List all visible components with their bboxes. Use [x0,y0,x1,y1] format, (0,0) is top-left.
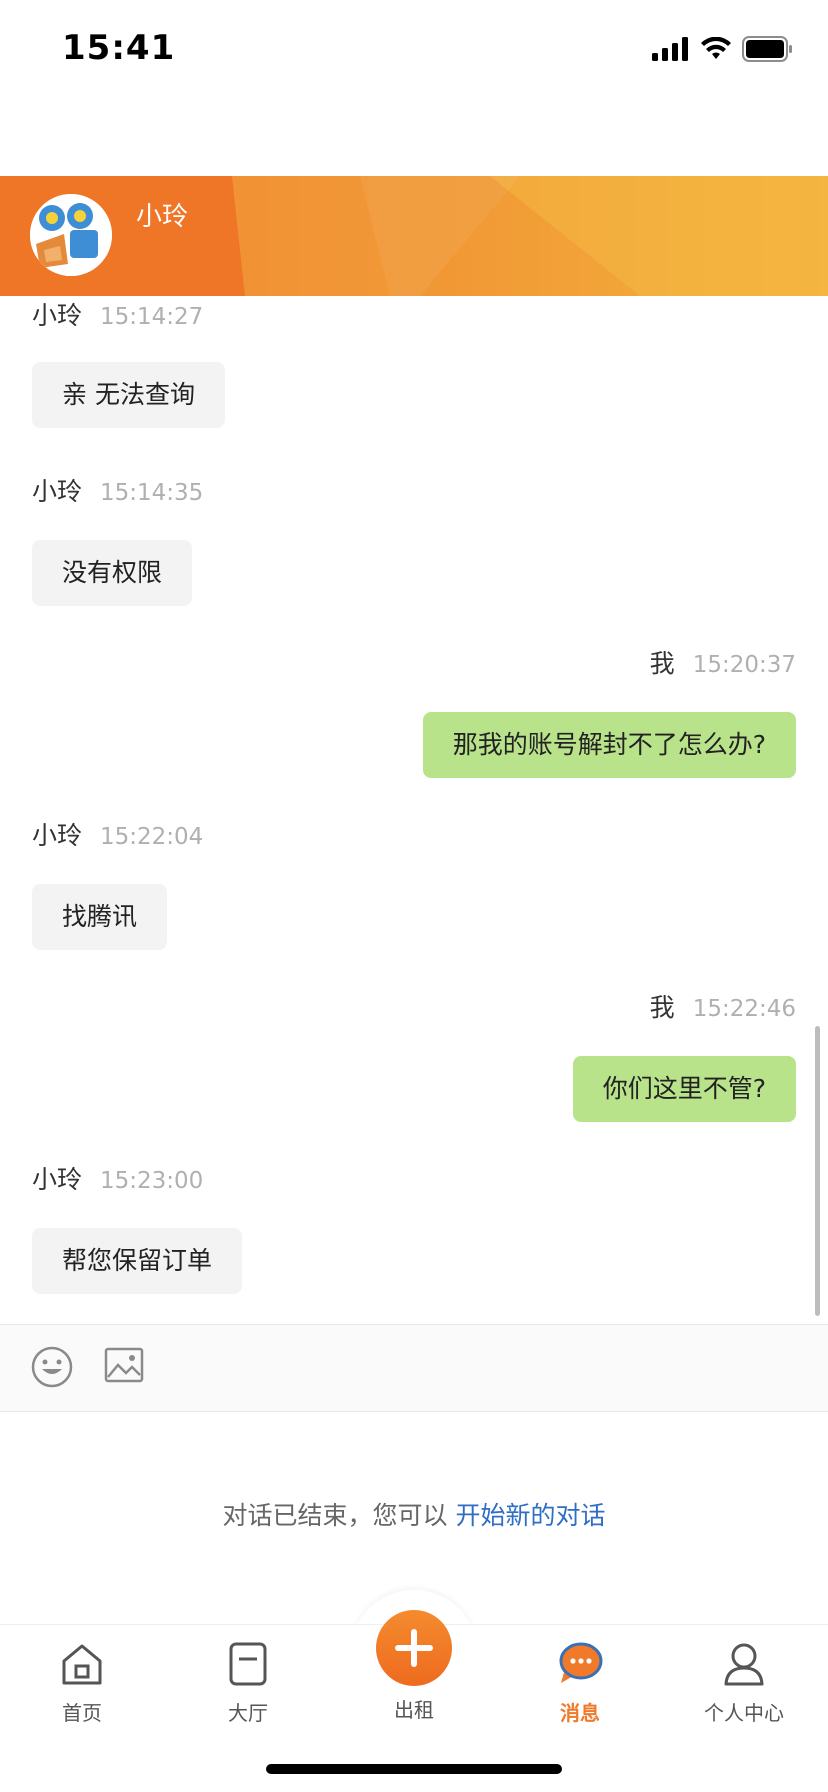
scrollbar[interactable] [815,1026,820,1316]
message-time: 15:20:37 [692,652,796,678]
message-time: 15:14:27 [100,304,204,330]
incoming-message-bubble[interactable]: 找腾讯 [32,884,168,950]
emoji-icon [31,1346,73,1388]
message-meta: 小玲 15:23:00 [32,1160,203,1196]
image-icon [104,1347,144,1383]
tab-label: 消息 [560,1701,600,1725]
sender-name: 小玲 [32,301,83,330]
message-meta: 我 15:22:46 [650,988,796,1024]
home-indicator[interactable] [266,1764,562,1774]
incoming-message-bubble[interactable]: 没有权限 [32,540,193,606]
emoji-button[interactable] [30,1345,74,1389]
image-button[interactable] [104,1345,148,1389]
tab-label: 大厅 [228,1701,268,1725]
sender-name: 小玲 [32,821,83,850]
tab-label: 首页 [62,1701,102,1725]
wifi-icon [701,37,731,59]
message-time: 15:14:35 [100,480,204,506]
tab-profile[interactable]: 个人中心 [684,1639,804,1726]
message-icon [559,1642,603,1683]
avatar-logo-icon [30,194,112,276]
sender-name: 我 [649,993,675,1022]
conversation-ended-notice: 对话已结束，您可以 开始新的对话 [0,1496,828,1532]
tab-messages[interactable]: 消息 [520,1639,640,1726]
message-time: 15:23:00 [100,1168,204,1194]
message-meta: 小玲 15:14:35 [32,472,203,508]
outgoing-message-bubble[interactable]: 那我的账号解封不了怎么办? [422,712,796,778]
signal-icon [652,37,688,61]
message-list[interactable]: 小玲 15:14:27 亲 无法查询 小玲 15:14:35 没有权限 我 15:20… [0,296,828,1324]
status-time: 15:41 [62,28,176,68]
avatar[interactable] [30,194,112,276]
sender-name: 小玲 [32,1165,83,1194]
header-background [0,176,828,296]
chat-header: 小玲 [0,176,828,296]
sender-name: 我 [649,649,675,678]
status-bar: 15:41 [0,0,828,100]
outgoing-message-bubble[interactable]: 你们这里不管? [572,1056,796,1122]
incoming-message-bubble[interactable]: 帮您保留订单 [32,1228,243,1294]
home-icon [62,1644,102,1685]
tab-hall[interactable]: 大厅 [188,1639,308,1726]
hall-icon [229,1642,267,1686]
contact-name: 小玲 [136,202,189,232]
ended-text: 对话已结束，您可以 [222,1501,456,1530]
plus-icon [395,1629,433,1667]
tab-label-post[interactable]: 出租 [354,1694,474,1723]
tab-label: 个人中心 [704,1701,784,1725]
user-icon [724,1643,764,1686]
input-toolbar [0,1324,828,1412]
tab-home[interactable]: 首页 [22,1639,142,1726]
message-time: 15:22:04 [100,824,204,850]
incoming-message-bubble[interactable]: 亲 无法查询 [32,362,225,428]
message-meta: 小玲 15:22:04 [32,816,203,852]
message-meta: 我 15:20:37 [650,644,796,680]
battery-icon [742,36,792,62]
start-new-conversation-link[interactable]: 开始新的对话 [455,1501,605,1530]
status-icons [652,34,794,64]
message-meta: 小玲 15:14:27 [32,296,203,332]
message-time: 15:22:46 [692,996,796,1022]
post-rental-button[interactable] [376,1610,452,1686]
sender-name: 小玲 [32,477,83,506]
